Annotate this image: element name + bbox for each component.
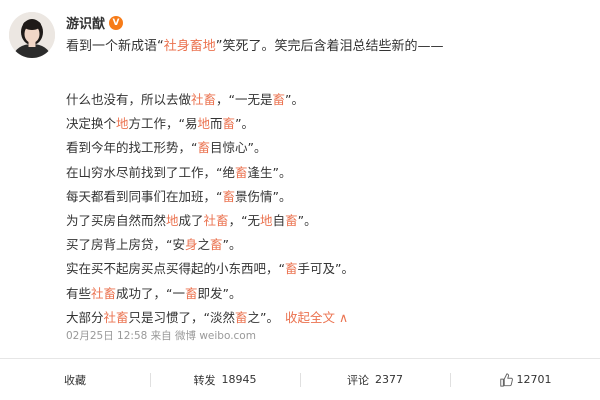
highlight-text: 畜 <box>234 164 248 180</box>
highlight-text: 畜 <box>222 116 236 132</box>
line-text: 目惊心”。 <box>210 140 267 156</box>
highlight-text: 社畜 <box>203 212 229 228</box>
line-text: ”。 <box>297 212 317 228</box>
highlight-text: 地 <box>197 116 211 132</box>
like-button[interactable]: 12701 <box>450 359 600 400</box>
line-text: 买了房背上房贷，“安 <box>66 237 185 253</box>
intro-before: 看到一个新成语“ <box>66 39 164 54</box>
avatar[interactable] <box>9 12 55 58</box>
highlight-text: 地 <box>166 212 179 228</box>
author-row: 游识猷 V <box>66 13 124 32</box>
line-text: 成功了，“一 <box>116 285 186 301</box>
highlight-text: 畜 <box>222 188 235 204</box>
highlight-text: 畜 <box>285 212 298 228</box>
line-text: ”。 <box>235 116 255 132</box>
highlight-text: 畜 <box>284 261 298 277</box>
line-text: 大部分 <box>66 309 104 325</box>
line-text: ，“无 <box>228 212 261 228</box>
post-line: 实在买不起房买点买得起的小东西吧，“畜手可及”。 <box>66 257 354 281</box>
line-text: 手可及”。 <box>297 261 354 277</box>
favorite-label: 收藏 <box>64 373 86 387</box>
line-text: 成了 <box>178 212 204 228</box>
comment-count: 2377 <box>375 373 403 386</box>
line-text: 景伤情”。 <box>235 188 292 204</box>
comment-button[interactable]: 评论 2377 <box>300 359 450 400</box>
line-text: ”。 <box>285 92 305 107</box>
thumbs-up-icon <box>499 372 513 387</box>
line-text: 什么也没有，所以去做 <box>66 92 192 107</box>
weibo-post: 游识猷 V 看到一个新成语“社身畜地”笑死了。笑完后含着泪总结些新的—— 什么也… <box>0 0 600 400</box>
highlight-text: 社畜 <box>191 92 217 107</box>
line-text: 为了买房自然而然 <box>66 212 167 228</box>
line-text: 每天都看到同事们在加班，“ <box>66 188 223 204</box>
intro-highlight[interactable]: 社身畜地 <box>164 39 216 54</box>
post-line: 决定换个地方工作，“易地而畜”。 <box>66 112 354 136</box>
post-line: 有些社畜成功了，“一畜即发”。 <box>66 282 354 306</box>
repost-label: 转发 <box>193 373 216 387</box>
repost-count: 18945 <box>221 373 257 386</box>
post-line: 看到今年的找工形势，“畜目惊心”。 <box>66 136 354 160</box>
highlight-text: 畜 <box>272 92 286 107</box>
highlight-text: 畜 <box>235 309 248 325</box>
line-text: 而 <box>210 116 223 132</box>
line-text: 之”。 <box>247 309 280 325</box>
highlight-text: 地 <box>116 116 129 132</box>
highlight-text: 社畜 <box>91 285 117 301</box>
highlight-text: 畜 <box>185 285 198 301</box>
author-name[interactable]: 游识猷 <box>66 13 105 32</box>
line-text: 在山穷水尽前找到了工作，“绝 <box>66 164 235 180</box>
highlight-text: 畜 <box>197 140 210 156</box>
highlight-text: 地 <box>260 212 273 228</box>
collapse-full-text-link[interactable]: 收起全文 ∧ <box>285 310 348 325</box>
line-text: ，“一无是 <box>216 92 273 107</box>
line-text: 只是习惯了，“淡然 <box>128 309 236 325</box>
line-text: 决定换个 <box>66 116 117 132</box>
line-text: 实在买不起房买点买得起的小东西吧，“ <box>66 261 285 277</box>
verified-v-icon: V <box>109 15 124 30</box>
line-text: 之 <box>197 237 211 253</box>
post-body: 什么也没有，所以去做社畜，“一无是畜”。 决定换个地方工作，“易地而畜”。 看到今年… <box>66 88 354 330</box>
post-line: 什么也没有，所以去做社畜，“一无是畜”。 <box>66 88 354 112</box>
line-text: 有些 <box>66 285 92 301</box>
line-text: 看到今年的找工形势，“ <box>66 140 198 156</box>
intro-after: ”笑死了。笑完后含着泪总结些新的—— <box>215 39 444 54</box>
post-meta: 02月25日 12:58 来自 微博 weibo.com <box>66 330 256 342</box>
line-text: 方工作，“易 <box>128 116 198 132</box>
comment-label: 评论 <box>347 373 369 387</box>
post-line: 每天都看到同事们在加班，“畜景伤情”。 <box>66 185 354 209</box>
highlight-text: 身 <box>184 237 198 253</box>
post-line: 买了房背上房贷，“安身之畜”。 <box>66 233 354 257</box>
line-text: 逢生”。 <box>247 164 292 180</box>
avatar-portrait-icon <box>9 12 55 58</box>
post-intro: 看到一个新成语“社身畜地”笑死了。笑完后含着泪总结些新的—— <box>66 38 444 56</box>
action-bar: 收藏 转发 18945 评论 2377 12701 <box>0 359 600 400</box>
post-line: 为了买房自然而然地成了社畜，“无地自畜”。 <box>66 209 354 233</box>
line-text: 自 <box>272 212 286 228</box>
post-line: 大部分社畜只是习惯了，“淡然畜之”。 收起全文 ∧ <box>66 306 354 330</box>
like-count: 12701 <box>516 373 552 386</box>
line-text: ”。 <box>222 237 242 253</box>
repost-button[interactable]: 转发 18945 <box>150 359 300 400</box>
line-text: 即发”。 <box>197 285 242 301</box>
post-line: 在山穷水尽前找到了工作，“绝畜逢生”。 <box>66 161 354 185</box>
favorite-button[interactable]: 收藏 <box>0 359 150 400</box>
highlight-text: 社畜 <box>103 309 129 325</box>
highlight-text: 畜 <box>210 237 223 253</box>
